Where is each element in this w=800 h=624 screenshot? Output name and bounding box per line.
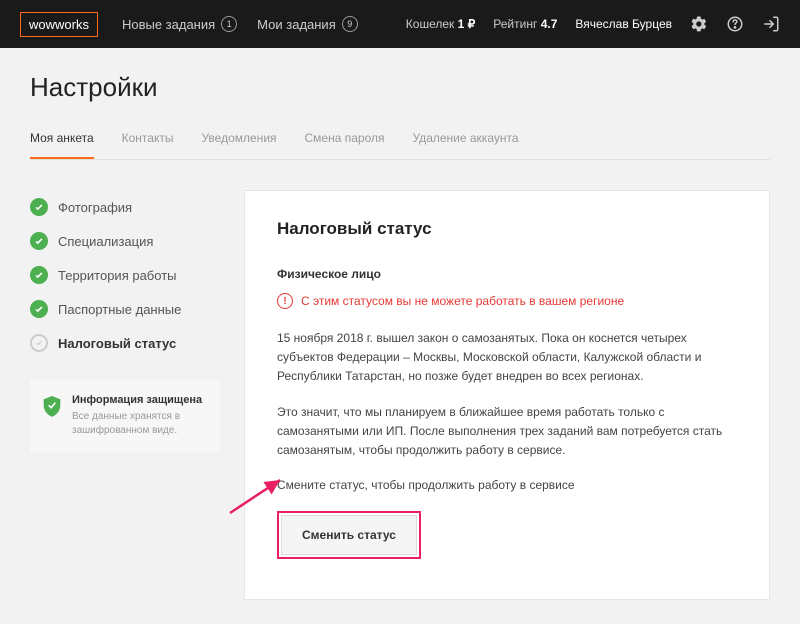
paragraph-2: Это значит, что мы планируем в ближайшее… <box>277 403 737 461</box>
change-status-button[interactable]: Сменить статус <box>281 515 417 555</box>
tab-delete[interactable]: Удаление аккаунта <box>413 131 519 159</box>
sidebar-item-spec[interactable]: Специализация <box>30 224 220 258</box>
check-icon <box>30 232 48 250</box>
help-icon[interactable] <box>726 15 744 33</box>
logo[interactable]: wowworks <box>20 12 98 37</box>
tab-profile[interactable]: Моя анкета <box>30 131 94 159</box>
highlight-annotation: Сменить статус <box>277 511 421 559</box>
panel-title: Налоговый статус <box>277 219 737 239</box>
info-box-text: Все данные хранятся в зашифрованном виде… <box>72 410 208 438</box>
nav-new-tasks[interactable]: Новые задания 1 <box>122 16 237 32</box>
check-icon <box>30 198 48 216</box>
info-box-title: Информация защищена <box>72 394 208 406</box>
topbar: wowworks Новые задания 1 Мои задания 9 К… <box>0 0 800 48</box>
tab-notifications[interactable]: Уведомления <box>201 131 276 159</box>
check-icon <box>30 334 48 352</box>
tab-password[interactable]: Смена пароля <box>305 131 385 159</box>
paragraph-1: 15 ноября 2018 г. вышел закон о самозаня… <box>277 329 737 387</box>
username[interactable]: Вячеслав Бурцев <box>575 17 672 31</box>
tabs: Моя анкета Контакты Уведомления Смена па… <box>30 131 770 160</box>
sidebar-item-passport[interactable]: Паспортные данные <box>30 292 220 326</box>
sidebar-item-photo[interactable]: Фотография <box>30 190 220 224</box>
check-icon <box>30 300 48 318</box>
paragraph-3: Смените статус, чтобы продолжить работу … <box>277 476 737 495</box>
logout-icon[interactable] <box>762 15 780 33</box>
wallet[interactable]: Кошелек 1 ₽ <box>406 17 476 31</box>
sidebar: Фотография Специализация Территория рабо… <box>30 190 220 600</box>
rating[interactable]: Рейтинг 4.7 <box>493 17 557 31</box>
info-box: Информация защищена Все данные хранятся … <box>30 380 220 452</box>
sidebar-item-territory[interactable]: Территория работы <box>30 258 220 292</box>
nav-label: Мои задания <box>257 17 336 32</box>
panel-subtitle: Физическое лицо <box>277 267 737 281</box>
nav-my-tasks[interactable]: Мои задания 9 <box>257 16 358 32</box>
sidebar-item-label: Паспортные данные <box>58 302 181 317</box>
sidebar-item-label: Территория работы <box>58 268 177 283</box>
warning-row: ! С этим статусом вы не можете работать … <box>277 293 737 309</box>
tab-contacts[interactable]: Контакты <box>122 131 174 159</box>
nav-badge: 1 <box>221 16 237 32</box>
main-panel: Налоговый статус Физическое лицо ! С эти… <box>244 190 770 600</box>
page-title: Настройки <box>30 72 770 103</box>
gear-icon[interactable] <box>690 15 708 33</box>
nav-badge: 9 <box>342 16 358 32</box>
sidebar-item-label: Налоговый статус <box>58 336 176 351</box>
sidebar-item-label: Фотография <box>58 200 132 215</box>
shield-icon <box>42 394 62 421</box>
nav-label: Новые задания <box>122 17 215 32</box>
sidebar-item-label: Специализация <box>58 234 153 249</box>
warning-icon: ! <box>277 293 293 309</box>
sidebar-item-tax[interactable]: Налоговый статус <box>30 326 220 360</box>
check-icon <box>30 266 48 284</box>
warning-text: С этим статусом вы не можете работать в … <box>301 294 624 308</box>
